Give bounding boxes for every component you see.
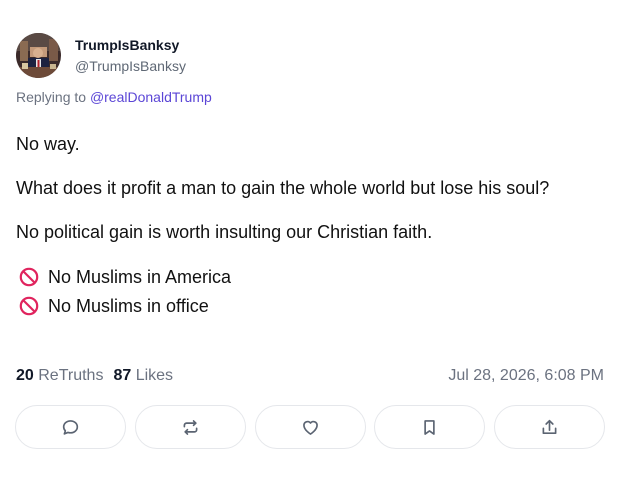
action-bar xyxy=(15,405,605,449)
like-button[interactable] xyxy=(254,405,366,449)
post-timestamp[interactable]: Jul 28, 2026, 6:08 PM xyxy=(448,366,604,386)
post-stats: 20 ReTruths 87 Likes Jul 28, 2026, 6:08 P… xyxy=(16,366,604,386)
share-button[interactable] xyxy=(494,405,605,449)
prohibited-icon xyxy=(19,267,39,286)
author-block: TrumpIsBanksy @TrumpIsBanksy xyxy=(75,36,186,75)
likes-stat[interactable]: 87 Likes xyxy=(113,367,173,384)
post-paragraph: What does it profit a man to gain the wh… xyxy=(16,178,550,198)
likes-count: 87 xyxy=(113,367,132,384)
prohibited-icon xyxy=(19,296,39,315)
bookmark-button[interactable] xyxy=(374,405,486,449)
comment-icon xyxy=(62,419,79,435)
post-list-item: No Muslims in America xyxy=(16,262,606,291)
post-content: No way. What does it profit a man to gai… xyxy=(16,130,606,320)
post-list-item-text: No Muslims in office xyxy=(48,295,209,316)
retruths-count: 20 xyxy=(16,367,34,384)
post-list-item: No Muslims in office xyxy=(16,291,606,320)
heart-icon xyxy=(302,420,318,435)
avatar-photo-icon xyxy=(16,33,61,78)
author-handle[interactable]: @TrumpIsBanksy xyxy=(75,57,186,75)
retruth-button[interactable] xyxy=(134,405,246,449)
retruths-label: ReTruths xyxy=(38,367,104,384)
post-list-item-text: No Muslims in America xyxy=(48,266,232,287)
post-card: TrumpIsBanksy @TrumpIsBanksy Replying to… xyxy=(0,0,621,488)
author-display-name[interactable]: TrumpIsBanksy xyxy=(75,36,186,54)
post-paragraph: No way. xyxy=(16,134,80,154)
replying-to-line: Replying to @realDonaldTrump xyxy=(16,88,212,106)
avatar[interactable] xyxy=(16,33,61,78)
replying-to-prefix: Replying to xyxy=(16,89,90,105)
repost-icon xyxy=(183,419,198,435)
share-icon xyxy=(542,419,557,434)
reply-button[interactable] xyxy=(15,405,126,449)
retruths-stat[interactable]: 20 ReTruths xyxy=(16,367,103,384)
post-paragraph: No political gain is worth insulting our… xyxy=(16,222,433,242)
reply-mention-link[interactable]: @realDonaldTrump xyxy=(90,89,212,105)
likes-label: Likes xyxy=(135,367,174,384)
bookmark-icon xyxy=(424,419,435,435)
